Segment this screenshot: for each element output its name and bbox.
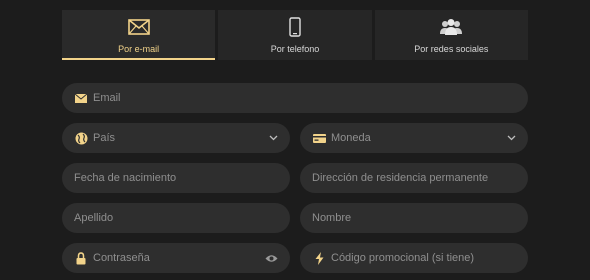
phone-icon xyxy=(289,16,301,38)
firstname-placeholder: Nombre xyxy=(312,212,352,224)
lock-icon xyxy=(74,251,88,265)
tab-email-label: Por e-mail xyxy=(118,44,160,54)
email-field[interactable]: Email xyxy=(62,83,528,113)
promo-code-placeholder: Código promocional (si tiene) xyxy=(331,252,475,264)
birthdate-field[interactable]: Fecha de nacimiento xyxy=(62,163,290,193)
birthdate-placeholder: Fecha de nacimiento xyxy=(74,172,177,184)
registration-method-tabs: Por e-mail Por telefono Por redes social… xyxy=(62,10,528,60)
country-select[interactable]: País xyxy=(62,123,290,153)
email-placeholder: Email xyxy=(93,92,121,104)
password-field[interactable]: Contraseña xyxy=(62,243,290,273)
country-placeholder: País xyxy=(93,132,116,144)
address-placeholder: Dirección de residencia permanente xyxy=(312,172,489,184)
tab-social-label: Por redes sociales xyxy=(414,44,489,54)
lightning-icon xyxy=(312,251,326,265)
currency-placeholder: Moneda xyxy=(331,132,371,144)
people-icon xyxy=(439,16,463,38)
chevron-down-icon xyxy=(507,135,516,141)
tab-phone-label: Por telefono xyxy=(270,44,320,54)
tab-phone[interactable]: Por telefono xyxy=(218,10,372,60)
envelope-icon xyxy=(74,91,88,105)
lastname-placeholder: Apellido xyxy=(74,212,114,224)
globe-icon xyxy=(74,131,88,145)
tab-email[interactable]: Por e-mail xyxy=(62,10,216,60)
eye-icon[interactable] xyxy=(265,254,278,263)
firstname-field[interactable]: Nombre xyxy=(300,203,528,233)
currency-select[interactable]: Moneda xyxy=(300,123,528,153)
envelope-icon xyxy=(127,16,150,38)
lastname-field[interactable]: Apellido xyxy=(62,203,290,233)
password-placeholder: Contraseña xyxy=(93,252,150,264)
tab-social[interactable]: Por redes sociales xyxy=(374,10,528,60)
chevron-down-icon xyxy=(269,135,278,141)
promo-code-field[interactable]: Código promocional (si tiene) xyxy=(300,243,528,273)
currency-icon xyxy=(312,131,326,145)
address-field[interactable]: Dirección de residencia permanente xyxy=(300,163,528,193)
